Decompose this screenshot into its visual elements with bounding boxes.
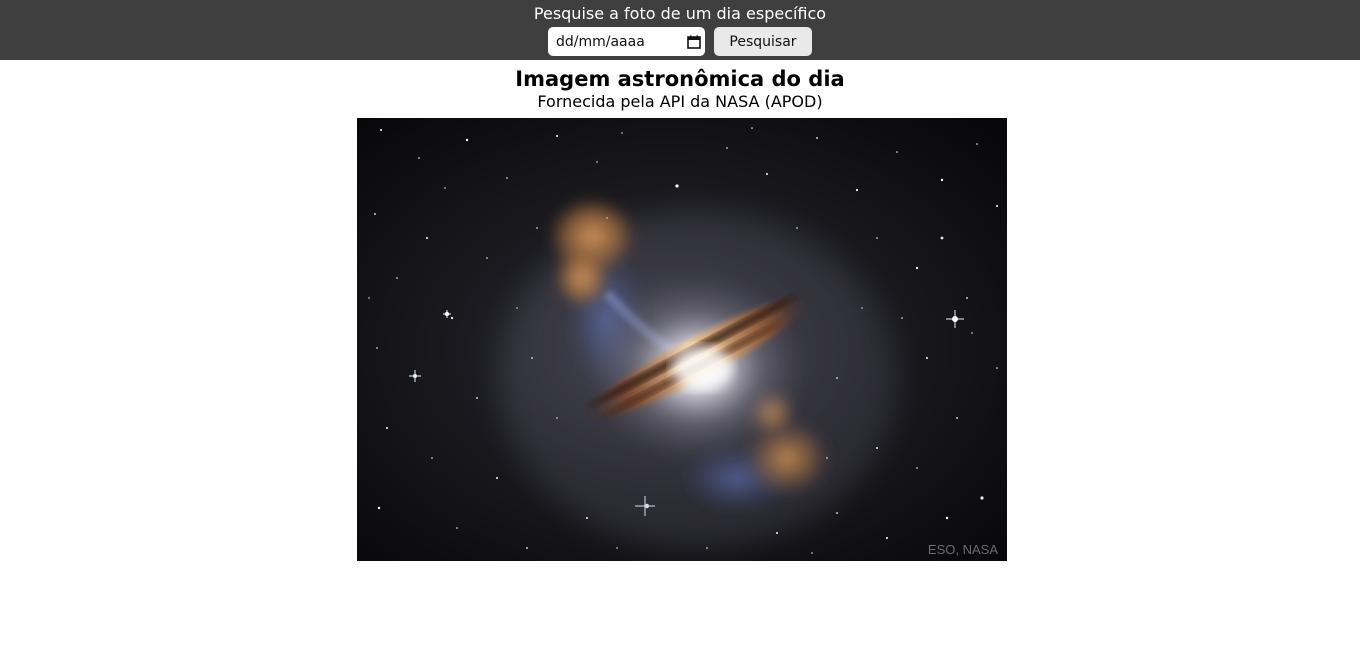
page-title: Imagem astronômica do dia bbox=[515, 67, 845, 91]
galaxy-image: ESO, NASA bbox=[357, 118, 1007, 561]
search-button[interactable]: Pesquisar bbox=[714, 27, 812, 56]
date-input[interactable]: dd/mm/aaaa bbox=[548, 27, 705, 56]
astronomy-photo: ESO, NASA bbox=[357, 118, 1007, 561]
search-prompt: Pesquise a foto de um dia específico bbox=[533, 4, 827, 23]
search-row: dd/mm/aaaa Pesquisar bbox=[0, 27, 1360, 56]
date-placeholder: dd/mm/aaaa bbox=[556, 33, 645, 50]
heading-block: Imagem astronômica do dia Fornecida pela… bbox=[0, 66, 1360, 112]
top-search-bar: Pesquise a foto de um dia específico dd/… bbox=[0, 0, 1360, 60]
calendar-icon[interactable] bbox=[687, 35, 701, 49]
image-credit: ESO, NASA bbox=[928, 542, 998, 557]
page-subtitle: Fornecida pela API da NASA (APOD) bbox=[537, 92, 823, 111]
